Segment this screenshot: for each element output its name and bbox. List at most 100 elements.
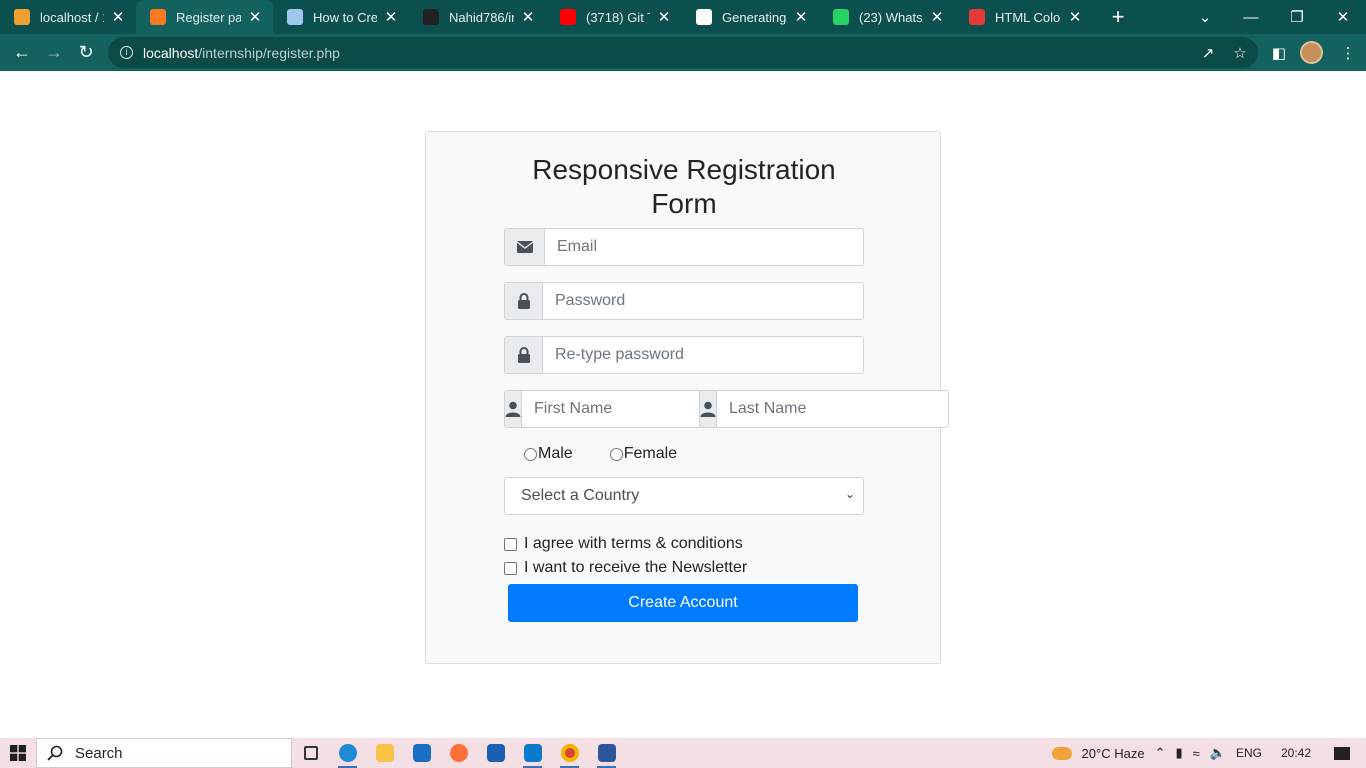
tab-close-icon[interactable]: ✕ xyxy=(929,8,945,26)
chevron-down-icon: ⌄ xyxy=(844,487,855,501)
tab-close-icon[interactable]: ✕ xyxy=(383,8,399,26)
browser-tab[interactable]: Nahid786/int ✕ xyxy=(409,0,546,34)
browser-tab[interactable]: (23) WhatsAp ✕ xyxy=(819,0,955,34)
share-icon[interactable]: ↗ xyxy=(1193,37,1223,68)
weather-cloud-icon[interactable] xyxy=(1051,746,1072,760)
user-icon xyxy=(699,390,716,428)
tab-close-icon[interactable]: ✕ xyxy=(110,8,126,26)
form-title-text: Responsive Registration Form xyxy=(532,154,836,219)
newsletter-checkbox[interactable] xyxy=(504,561,517,575)
side-panel-icon[interactable]: ◧ xyxy=(1264,37,1294,68)
form-title: Responsive Registration Form xyxy=(426,153,942,221)
country-select[interactable]: Select a Country ⌄ xyxy=(504,477,864,515)
wifi-icon[interactable]: ≈ xyxy=(1193,746,1200,761)
reload-icon[interactable]: ↻ xyxy=(70,37,102,69)
tab-strip: localhost / 12✕Register page✕How to Crea… xyxy=(0,0,1366,34)
browser-tab[interactable]: (3718) Git Tut ✕ xyxy=(546,0,682,34)
task-view-icon[interactable] xyxy=(292,738,329,768)
tab-search-chevron-icon[interactable]: ⌄ xyxy=(1182,0,1228,34)
gender-female-label: Female xyxy=(623,445,678,462)
github-icon xyxy=(423,9,439,25)
phpmyadmin-icon xyxy=(14,9,30,25)
mail-icon[interactable] xyxy=(403,738,440,768)
chevron-up-icon[interactable]: ⌃ xyxy=(1155,745,1166,761)
email-input[interactable] xyxy=(544,228,864,266)
country-select-value: Select a Country xyxy=(521,487,640,504)
hand-icon xyxy=(287,9,303,25)
bookmark-star-icon[interactable]: ☆ xyxy=(1225,37,1255,68)
notification-icon[interactable] xyxy=(1334,746,1350,760)
lock-icon xyxy=(504,282,542,320)
file-explorer-icon[interactable] xyxy=(366,738,403,768)
password-group xyxy=(504,282,864,320)
terms-checkbox[interactable] xyxy=(504,537,517,551)
color-picker-icon xyxy=(969,9,985,25)
xampp-icon xyxy=(150,9,166,25)
tab-title: (23) WhatsAp xyxy=(859,9,923,25)
tab-title: Generating a xyxy=(722,9,787,25)
email-group xyxy=(504,228,864,266)
weather-text[interactable]: 20°C Haze xyxy=(1082,746,1145,761)
address-bar[interactable]: i localhost/internship/register.php xyxy=(108,37,1258,68)
new-tab-button[interactable]: + xyxy=(1101,0,1135,34)
gender-female-radio[interactable] xyxy=(609,447,623,461)
tab-close-icon[interactable]: ✕ xyxy=(247,8,263,26)
tab-title: HTML Color C xyxy=(995,9,1061,25)
profile-avatar[interactable] xyxy=(1300,41,1323,64)
browser-toolbar: ← → ↻ i localhost/internship/register.ph… xyxy=(0,34,1366,71)
vscode-icon[interactable] xyxy=(514,738,551,768)
newsletter-row: I want to receive the Newsletter xyxy=(504,559,747,577)
chrome-icon[interactable] xyxy=(551,738,588,768)
youtube-icon xyxy=(560,9,576,25)
menu-dots-icon[interactable]: ⋮ xyxy=(1333,37,1363,68)
user-icon xyxy=(504,390,521,428)
forward-arrow-icon[interactable]: → xyxy=(38,37,70,69)
search-icon xyxy=(47,745,63,761)
browser-tab[interactable]: Register page ✕ xyxy=(136,0,273,34)
clock-time[interactable]: 20:42 xyxy=(1281,746,1311,760)
input-language[interactable]: ENG xyxy=(1236,746,1262,760)
restore-button[interactable]: ❐ xyxy=(1274,0,1320,34)
tab-close-icon[interactable]: ✕ xyxy=(1067,8,1083,26)
create-account-button[interactable]: Create Account xyxy=(508,584,858,622)
tab-close-icon[interactable]: ✕ xyxy=(793,8,809,26)
gender-group: Male Female xyxy=(524,445,677,463)
windows-start-icon[interactable] xyxy=(0,738,36,768)
password-input[interactable] xyxy=(542,282,864,320)
system-tray: 20°C Haze ⌃ ▮ ≈ 🔈 ENG 20:42 xyxy=(1047,738,1366,768)
firefox-icon[interactable] xyxy=(440,738,477,768)
taskbar-search-label: Search xyxy=(75,744,123,762)
lock-icon xyxy=(504,336,542,374)
anydesk-icon[interactable] xyxy=(477,738,514,768)
registration-card: Responsive Registration Form Male xyxy=(425,131,949,664)
tab-title: Nahid786/int xyxy=(449,9,514,25)
browser-tab[interactable]: Generating a ✕ xyxy=(682,0,819,34)
browser-tab[interactable]: How to Creat ✕ xyxy=(273,0,409,34)
browser-tab[interactable]: HTML Color C ✕ xyxy=(955,0,1093,34)
tab-close-icon[interactable]: ✕ xyxy=(520,8,536,26)
github-icon xyxy=(696,9,712,25)
minimize-button[interactable]: — xyxy=(1228,0,1274,34)
word-icon[interactable] xyxy=(588,738,625,768)
close-window-button[interactable]: ✕ xyxy=(1320,0,1366,34)
gender-male-radio[interactable] xyxy=(524,447,537,461)
taskbar-search[interactable]: Search xyxy=(36,738,292,768)
tab-title: localhost / 12 xyxy=(40,9,104,25)
gender-male-label: Male xyxy=(538,445,573,462)
terms-label: I agree with terms & conditions xyxy=(524,535,743,552)
whatsapp-icon xyxy=(833,9,849,25)
tab-close-icon[interactable]: ✕ xyxy=(656,8,672,26)
edge-icon[interactable] xyxy=(329,738,366,768)
site-info-icon[interactable]: i xyxy=(120,46,133,59)
envelope-icon xyxy=(504,228,544,266)
newsletter-label: I want to receive the Newsletter xyxy=(524,559,748,576)
tab-title: Register page xyxy=(176,9,241,25)
retype-password-input[interactable] xyxy=(542,336,864,374)
last-name-input[interactable] xyxy=(716,390,949,428)
volume-icon[interactable]: 🔈 xyxy=(1210,745,1226,761)
battery-icon[interactable]: ▮ xyxy=(1175,745,1182,761)
last-name-group xyxy=(699,390,949,428)
address-path: /internship/register.php xyxy=(198,44,340,61)
browser-tab[interactable]: localhost / 12 ✕ xyxy=(0,0,136,34)
back-arrow-icon[interactable]: ← xyxy=(6,37,38,69)
